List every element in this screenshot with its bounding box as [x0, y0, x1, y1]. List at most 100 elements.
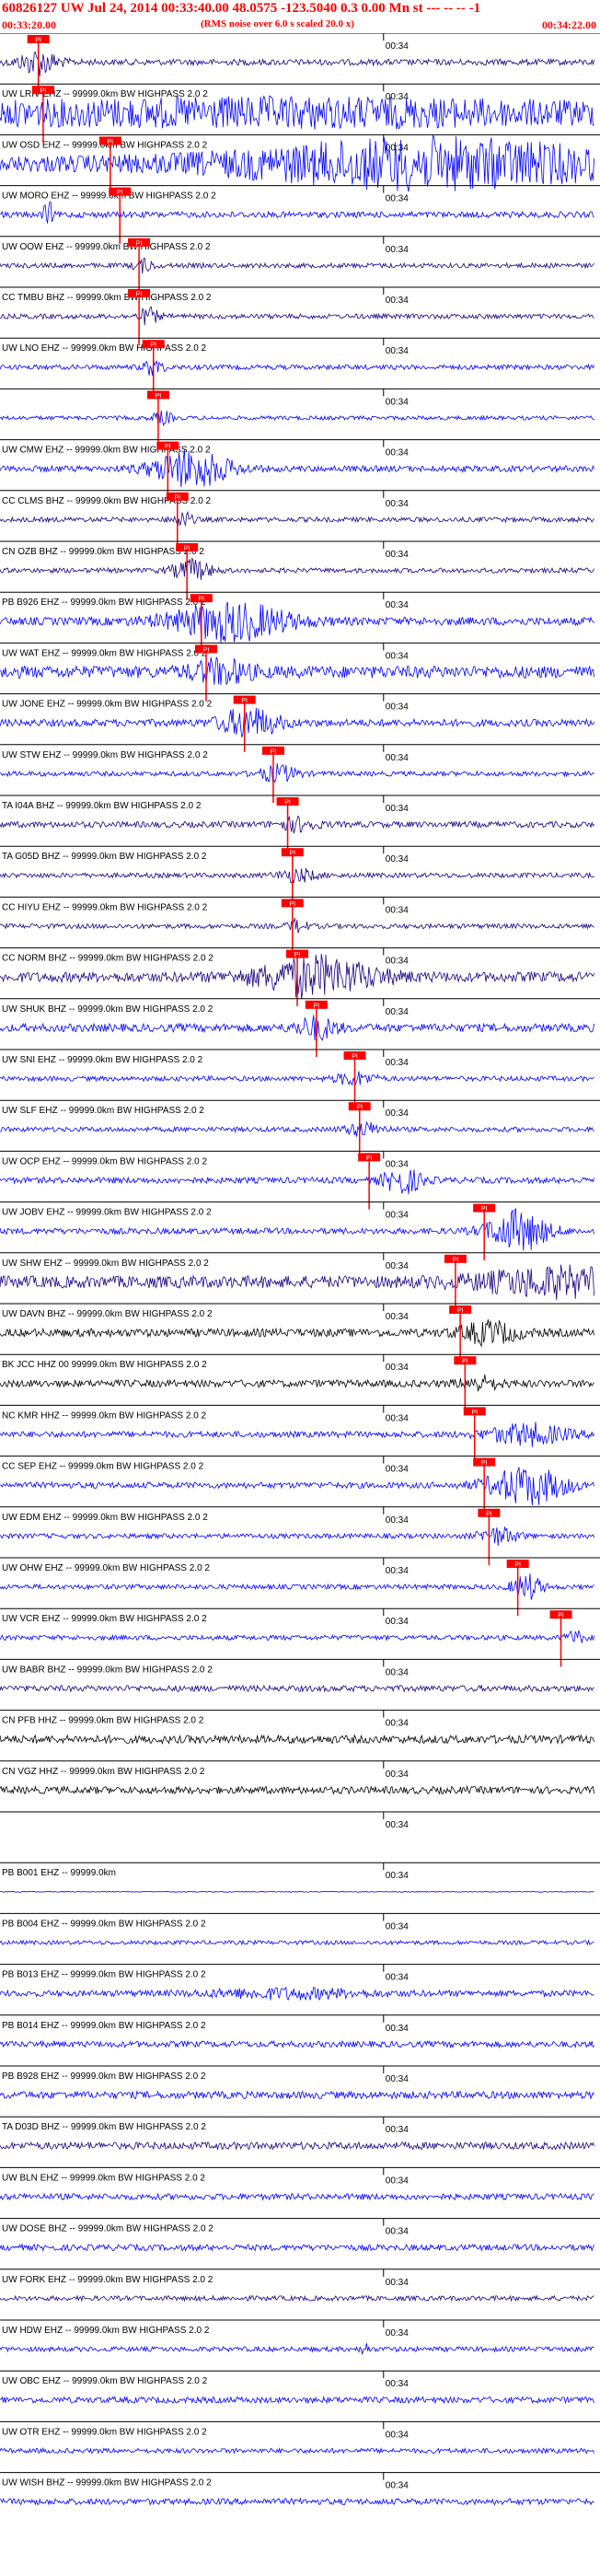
trace-44: 00:34 UW FORK EHZ -- 99999.0km BW HIGHPAS…	[0, 2269, 600, 2303]
pick-label: PI	[289, 901, 295, 908]
waveform	[0, 1939, 594, 1946]
minute-tick-label: 00:34	[386, 2074, 409, 2084]
waveform	[0, 1015, 594, 1041]
trace-2: 00:34UW OSD EHZ -- 99999.0km BW HIGHPASS…	[0, 133, 600, 193]
station-label: UW DOSE BHZ -- 99999.0km BW HIGHPASS 2.0…	[2, 2224, 213, 2234]
pick-label: PI	[366, 1155, 373, 1162]
trace-20: 00:34 UW SNI EHZ -- 99999.0km BW HIGHPASS…	[0, 1049, 600, 1108]
station-label: UW SNI EHZ -- 99999.0km BW HIGHPASS 2.0 …	[2, 1055, 203, 1065]
minute-tick-label: 00:34	[386, 92, 409, 102]
station-label: TA G05D BHZ -- 99999.0km BW HIGHPASS 2.0…	[2, 852, 207, 862]
waveform	[0, 359, 594, 376]
trace-8: 00:34 UW CMW EHZ -- 99999.0km BW HIGHPASS…	[0, 439, 600, 498]
trace-19: 00:34 UW SHUK BHZ -- 99999.0km BW HIGHPAS…	[0, 998, 600, 1057]
minute-tick-label: 00:34	[386, 2176, 409, 2186]
trace-1: 00:34UW LRIV EHZ -- 99999.0km BW HIGHPAS…	[0, 83, 600, 143]
station-label: CN OZB BHZ -- 99999.0km BW HIGHPASS 2.0 …	[2, 547, 204, 557]
minute-tick-label: 00:34	[386, 1820, 409, 1830]
pick-label: PI	[558, 1613, 564, 1619]
pick-label: PI	[289, 851, 295, 857]
minute-tick-label: 00:34	[386, 905, 409, 915]
trace-5: 00:34 CC TMBU BHZ -- 99999.0km BW HIGHPAS…	[0, 286, 600, 346]
minute-tick-label: 00:34	[386, 1770, 409, 1780]
minute-tick-label: 00:34	[386, 1261, 409, 1271]
station-label: UW WAT EHZ -- 99999.0km BW HIGHPASS 2.0 …	[2, 648, 207, 658]
station-label: TA D03D BHZ -- 99999.0km BW HIGHPASS 2.0…	[2, 2122, 206, 2132]
station-label: PB B928 EHZ -- 99999.0km BW HIGHPASS 2.0…	[2, 2071, 206, 2082]
pick-label: PI	[40, 88, 47, 95]
start-time: 00:33:20.00	[2, 18, 56, 31]
waveform	[0, 1684, 594, 1693]
station-label: UW SHUK BHZ -- 99999.0km BW HIGHPASS 2.0…	[2, 1004, 213, 1015]
waveform	[0, 2497, 594, 2506]
minute-tick-label: 00:34	[386, 448, 409, 458]
waveform	[0, 1630, 594, 1643]
waveform	[0, 2446, 594, 2454]
station-label: UW OBC EHZ -- 99999.0km BW HIGHPASS 2.0 …	[2, 2376, 208, 2386]
minute-tick-label: 00:34	[386, 1058, 409, 1068]
waveform	[0, 2294, 594, 2303]
minute-tick-label: 00:34	[386, 245, 409, 255]
trace-36: 00:34 PB B001 EHZ -- 99999.0km	[0, 1862, 600, 1893]
waveform	[0, 1071, 594, 1086]
minute-tick-label: 00:34	[386, 804, 409, 814]
minute-tick-label: 00:34	[386, 1667, 409, 1677]
minute-tick-label: 00:34	[386, 2379, 409, 2389]
trace-48: 00:34 UW WISH BHZ -- 99999.0km BW HIGHPAS…	[0, 2472, 600, 2506]
trace-35: 00:34	[0, 1811, 600, 1830]
trace-15: 00:34 TA I04A BHZ -- 99999.0km BW HIGHPAS…	[0, 795, 600, 854]
trace-11: 00:34 PB B926 EHZ -- 99999.0km BW HIGHPAS…	[0, 591, 600, 651]
pick-label: PI	[136, 292, 143, 298]
station-label: CC TMBU BHZ -- 99999.0km BW HIGHPASS 2.0…	[2, 293, 212, 303]
minute-tick-label: 00:34	[386, 2125, 409, 2135]
trace-25: 00:34 UW DAVN BHZ -- 99999.0km BW HIGHPAS…	[0, 1303, 600, 1363]
station-label: UW SLF EHZ -- 99999.0km BW HIGHPASS 2.0 …	[2, 1106, 204, 1116]
header: 60826127 UW Jul 24, 2014 00:33:40.00 48.…	[0, 0, 600, 33]
waveform	[0, 1784, 594, 1795]
waveform	[0, 2396, 594, 2405]
trace-7: 00:34 PI	[0, 388, 600, 447]
waveform	[0, 1467, 594, 1506]
pick-label: PI	[136, 240, 143, 247]
minute-tick-label: 00:34	[386, 1515, 409, 1526]
trace-23: 00:34 UW JOBV EHZ -- 99999.0km BW HIGHPAS…	[0, 1201, 600, 1260]
minute-tick-label: 00:34	[386, 2024, 409, 2034]
station-label: PB B013 EHZ -- 99999.0km BW HIGHPASS 2.0…	[2, 1970, 206, 1980]
minute-tick-label: 00:34	[386, 41, 409, 52]
waveform	[0, 601, 594, 643]
waveform	[0, 257, 594, 274]
trace-47: 00:34 UW OTR EHZ -- 99999.0km BW HIGHPASS…	[0, 2420, 600, 2454]
waveform	[0, 1526, 594, 1547]
trace-38: 00:34 PB B013 EHZ -- 99999.0km BW HIGHPAS…	[0, 1964, 600, 2002]
station-label: PB B001 EHZ -- 99999.0km	[2, 1868, 116, 1878]
trace-37: 00:34 PB B004 EHZ -- 99999.0km BW HIGHPAS…	[0, 1912, 600, 1946]
trace-22: 00:34 UW OCP EHZ -- 99999.0km BW HIGHPASS…	[0, 1150, 600, 1210]
trace-45: 00:34 UW HDW EHZ -- 99999.0km BW HIGHPASS…	[0, 2319, 600, 2356]
minute-tick-label: 00:34	[386, 1312, 409, 1322]
minute-tick-label: 00:34	[386, 1211, 409, 1221]
pick-label: PI	[453, 1257, 459, 1263]
station-label: UW SHW EHZ -- 99999.0km BW HIGHPASS 2.0 …	[2, 1259, 209, 1269]
trace-26: 00:34 BK JCC HHZ 00 99999.0km BW HIGHPASS…	[0, 1353, 600, 1413]
waveform	[0, 1734, 594, 1745]
seismogram-page: 60826127 UW Jul 24, 2014 00:33:40.00 48.…	[0, 0, 600, 2576]
waveform	[0, 1573, 594, 1600]
waveform	[0, 917, 594, 934]
event-title: 60826127 UW Jul 24, 2014 00:33:40.00 48.…	[2, 1, 481, 16]
waveform	[0, 2039, 594, 2049]
end-time: 00:34:22.00	[542, 18, 596, 31]
trace-33: 00:34 CN PFB HHZ -- 99999.0km BW HIGHPASS…	[0, 1710, 600, 1745]
station-label: UW WISH BHZ -- 99999.0km BW HIGHPASS 2.0…	[2, 2478, 212, 2489]
minute-tick-label: 00:34	[386, 296, 409, 306]
station-label: CC HIYU EHZ -- 99999.0km BW HIGHPASS 2.0…	[2, 902, 208, 912]
trace-24: 00:34 UW SHW EHZ -- 99999.0km BW HIGHPASS…	[0, 1252, 600, 1311]
station-label: UW OCP EHZ -- 99999.0km BW HIGHPASS 2.0 …	[2, 1156, 207, 1166]
minute-tick-label: 00:34	[386, 2481, 409, 2491]
minute-tick-label: 00:34	[386, 1159, 409, 1169]
waveform	[0, 815, 594, 834]
waveform	[0, 2141, 594, 2151]
waveform	[0, 1120, 594, 1137]
trace-30: 00:34 UW OHW EHZ -- 99999.0km BW HIGHPASS…	[0, 1557, 600, 1617]
waveform	[0, 1264, 594, 1301]
pick-label: PI	[352, 1054, 358, 1061]
